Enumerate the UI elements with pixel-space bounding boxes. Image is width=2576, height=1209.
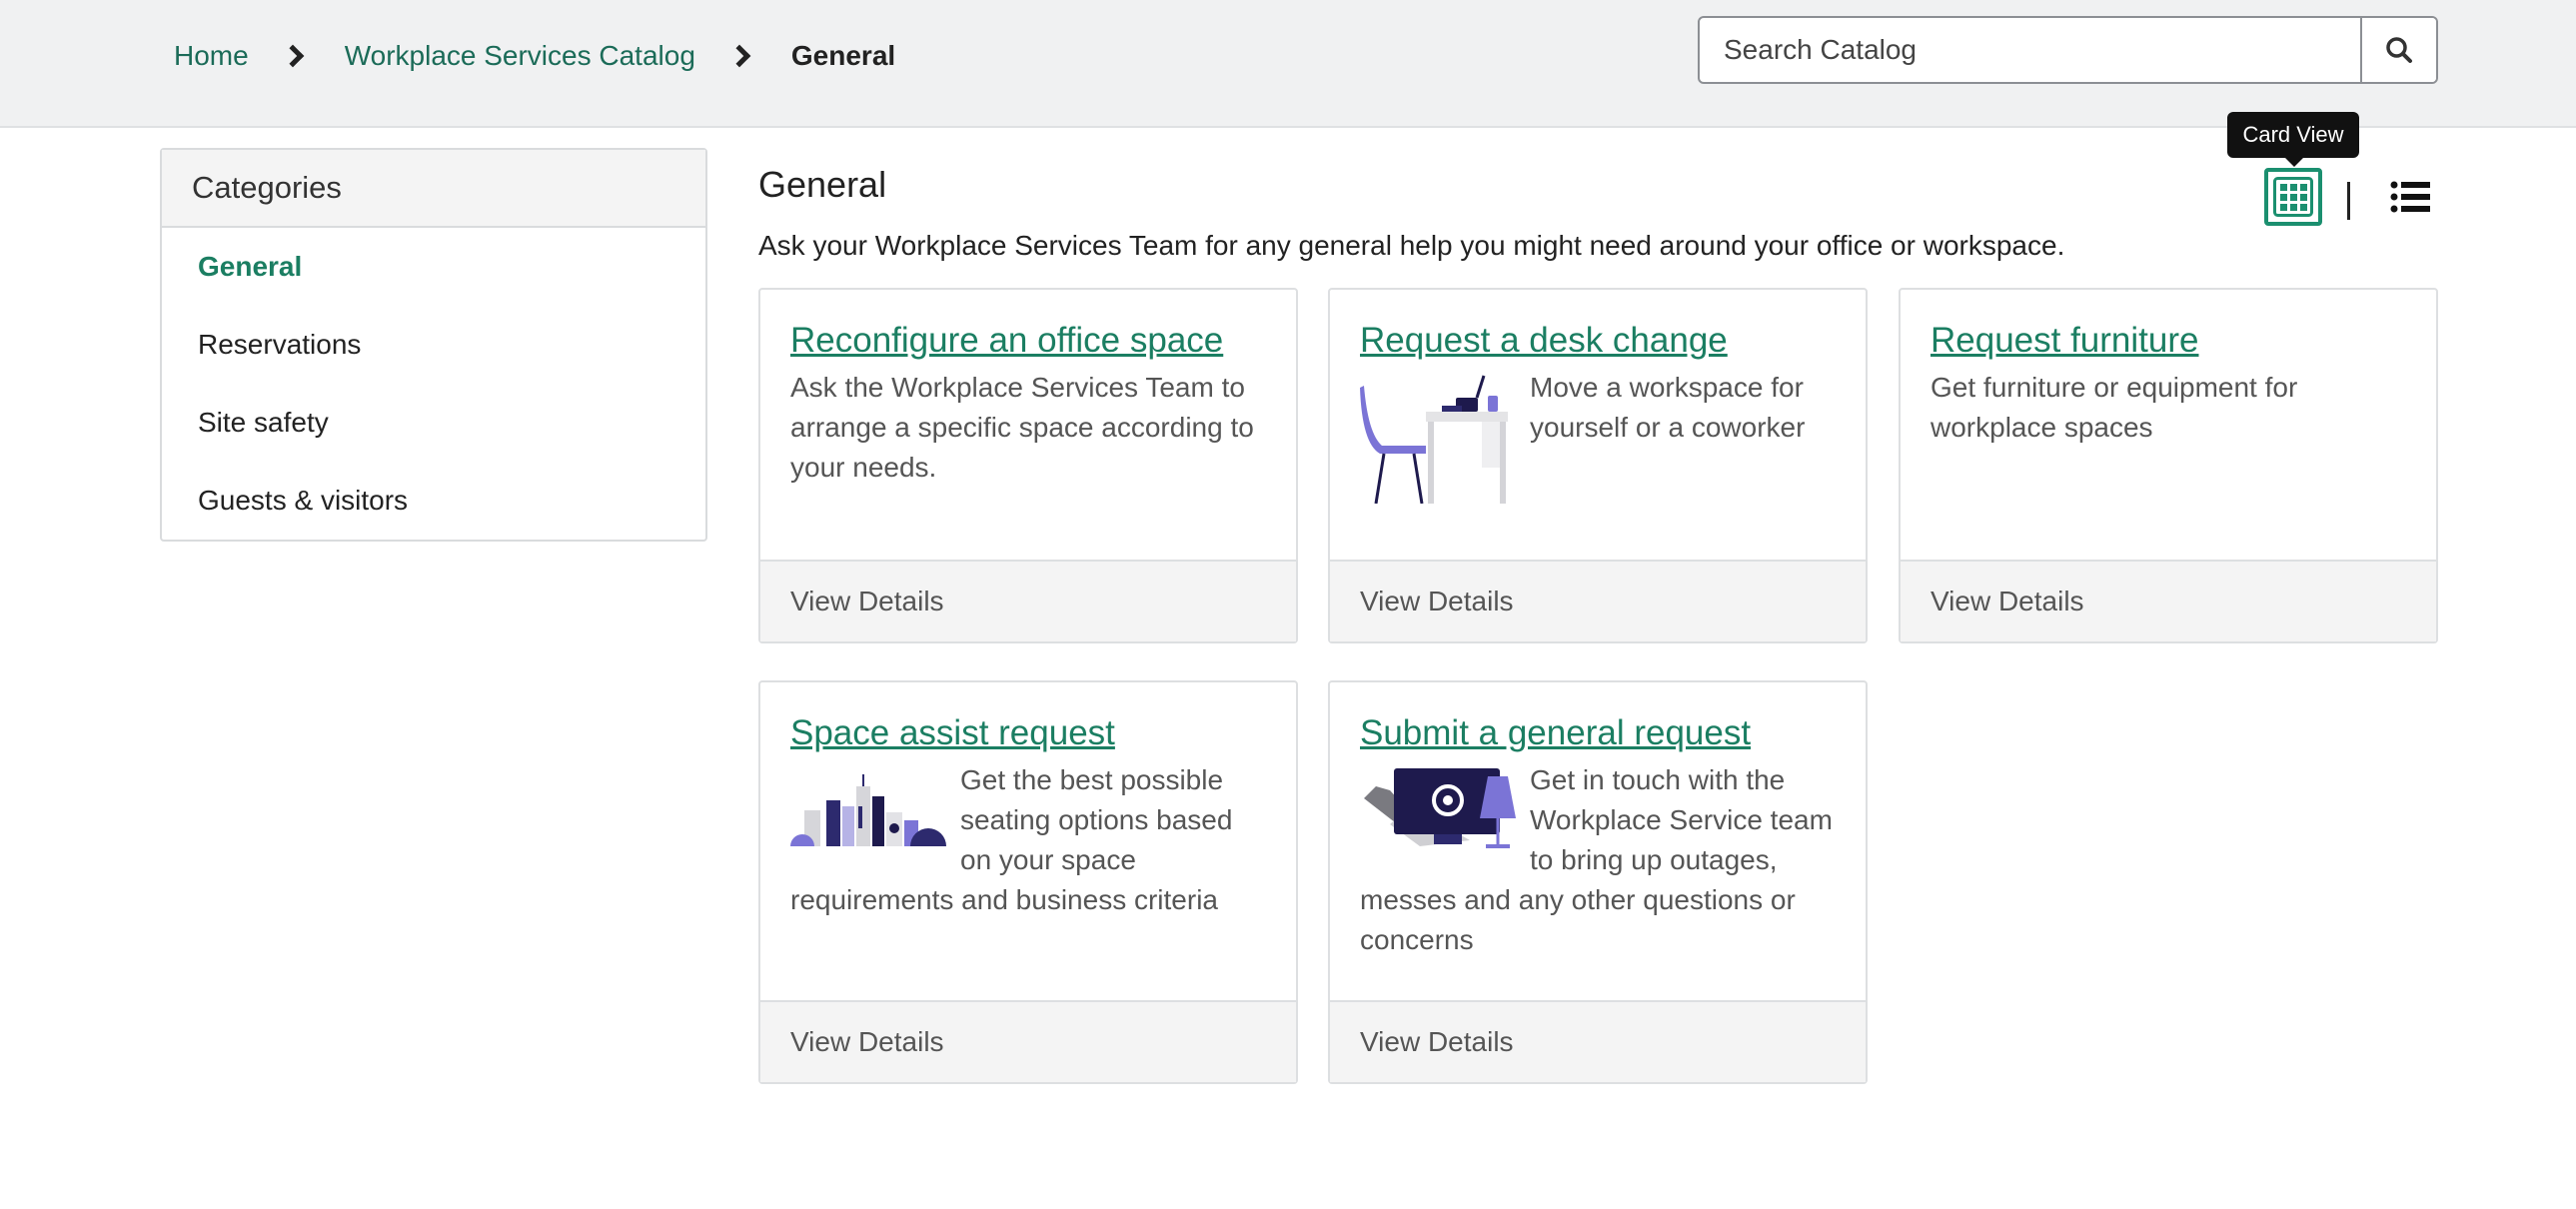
view-details-button[interactable]: View Details xyxy=(1330,1000,1866,1082)
view-details-button[interactable]: View Details xyxy=(760,560,1296,641)
list-icon xyxy=(2390,181,2430,213)
categories-heading: Categories xyxy=(162,150,705,228)
card-title-link[interactable]: Request furniture xyxy=(1931,318,2198,364)
catalog-card: Request a desk change Move a workspace f… xyxy=(1328,288,1868,643)
sidebar-item-site-safety[interactable]: Site safety xyxy=(162,384,705,462)
chevron-right-icon xyxy=(727,44,751,68)
view-toggle-divider xyxy=(2347,182,2350,220)
view-details-button[interactable]: View Details xyxy=(1901,560,2436,641)
card-title-link[interactable]: Submit a general request xyxy=(1360,710,1751,756)
sidebar-item-guests-visitors[interactable]: Guests & visitors xyxy=(162,462,705,540)
catalog-card: Submit a general request Get in touch wi… xyxy=(1328,680,1868,1084)
search-input[interactable] xyxy=(1700,18,2360,82)
breadcrumb-catalog-link[interactable]: Workplace Services Catalog xyxy=(345,40,695,72)
breadcrumb-current: General xyxy=(790,40,896,71)
city-skyline-illustration xyxy=(790,774,946,846)
chevron-right-icon xyxy=(281,44,305,68)
categories-panel: Categories General Reservations Site saf… xyxy=(160,148,707,542)
card-description: Ask the Workplace Services Team to arran… xyxy=(790,372,1254,483)
view-details-button[interactable]: View Details xyxy=(1330,560,1866,641)
card-view-button[interactable] xyxy=(2264,168,2322,226)
sidebar-item-reservations[interactable]: Reservations xyxy=(162,306,705,384)
breadcrumb: Home Workplace Services Catalog General xyxy=(174,34,895,78)
desk-chair-illustration xyxy=(1360,375,1508,504)
search-button[interactable] xyxy=(2360,18,2436,82)
search-icon xyxy=(2386,37,2412,63)
view-details-button[interactable]: View Details xyxy=(760,1000,1296,1082)
card-description: Get furniture or equipment for workplace… xyxy=(1931,372,2298,443)
monitor-lamp-illustration xyxy=(1364,768,1516,848)
card-title-link[interactable]: Reconfigure an office space xyxy=(790,318,1223,364)
card-title-link[interactable]: Space assist request xyxy=(790,710,1115,756)
top-bar: Home Workplace Services Catalog General xyxy=(0,0,2576,128)
grid-icon xyxy=(2273,177,2313,217)
catalog-card: Reconfigure an office space Ask the Work… xyxy=(758,288,1298,643)
search-box xyxy=(1698,16,2438,84)
list-view-button[interactable] xyxy=(2390,180,2430,214)
breadcrumb-home-link[interactable]: Home xyxy=(174,40,249,72)
page-title: General xyxy=(758,164,887,205)
card-view-tooltip: Card View xyxy=(2227,112,2359,167)
card-title-link[interactable]: Request a desk change xyxy=(1360,318,1728,364)
catalog-card: Space assist request Get the best possib… xyxy=(758,680,1298,1084)
catalog-card: Request furniture Get furniture or equip… xyxy=(1899,288,2438,643)
sidebar-item-general[interactable]: General xyxy=(162,228,705,306)
page-description: Ask your Workplace Services Team for any… xyxy=(758,230,2065,261)
